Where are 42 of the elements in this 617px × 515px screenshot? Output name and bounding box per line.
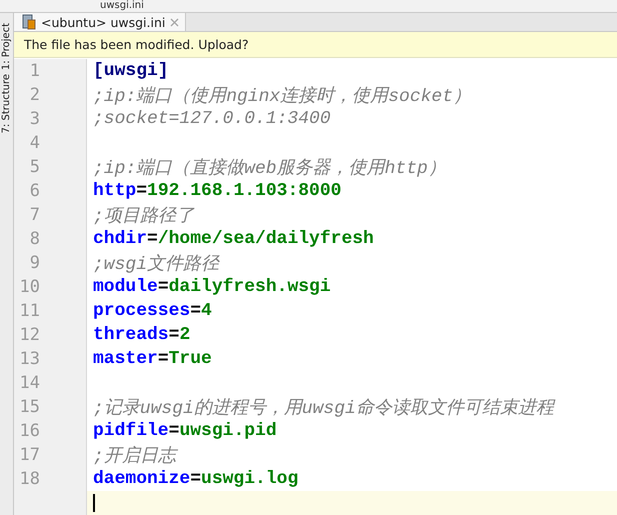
line-number: 5 [14, 155, 87, 179]
line-number: 13 [14, 347, 87, 371]
code-line: http=192.168.1.103:8000 [92, 181, 342, 201]
line-number: 12 [14, 323, 87, 347]
line-number: 1 [14, 59, 87, 83]
code-line: master=True [92, 349, 212, 369]
line-number: 6 [14, 179, 87, 203]
code-comment: ;ip:端口（直接做web服务器，使用http） [92, 157, 446, 179]
code-line: pidfile=uwsgi.pid [92, 421, 277, 441]
notification-bar: The file has been modified. Upload? [14, 32, 617, 58]
line-number: 16 [14, 419, 87, 443]
line-number: 7 [14, 203, 87, 227]
tool-window-tab[interactable]: 7: Structure [0, 74, 13, 134]
line-number: 11 [14, 299, 87, 323]
code-line: daemonize=uswgi.log [92, 469, 298, 489]
code-comment: ;socket=127.0.0.1:3400 [92, 109, 331, 129]
code-comment: ;记录uwsgi的进程号，用uwsgi命令读取文件可结束进程 [92, 397, 554, 419]
editor-tab[interactable]: <ubuntu> uwsgi.ini [14, 13, 186, 32]
tool-window-tab[interactable]: 1: Project [0, 23, 13, 70]
line-number: 4 [14, 131, 87, 155]
code-line: threads=2 [92, 325, 190, 345]
line-number: 3 [14, 107, 87, 131]
text-caret [93, 494, 95, 512]
line-number: 17 [14, 443, 87, 467]
line-number: 8 [14, 227, 87, 251]
code-comment: ;wsgi文件路径 [92, 253, 220, 275]
code-line: [uwsgi] [92, 61, 169, 81]
close-icon[interactable] [170, 18, 180, 27]
line-number: 10 [14, 275, 87, 299]
code-line: processes=4 [92, 301, 212, 321]
code-comment: ;ip:端口（使用nginx连接时，使用socket） [92, 85, 472, 107]
code-comment: ;开启日志 [92, 444, 176, 467]
line-number: 15 [14, 395, 87, 419]
line-number: 2 [14, 83, 87, 107]
line-number: 9 [14, 251, 87, 275]
breadcrumb-item[interactable]: uwsgi.ini [100, 0, 144, 12]
line-number: 18 [14, 467, 87, 491]
code-line: module=dailyfresh.wsgi [92, 277, 331, 297]
code-comment: ;项目路径了 [92, 206, 194, 227]
file-icon [22, 14, 36, 30]
code-line: chdir=/home/sea/dailyfresh [92, 229, 374, 249]
line-number: 14 [14, 371, 87, 395]
